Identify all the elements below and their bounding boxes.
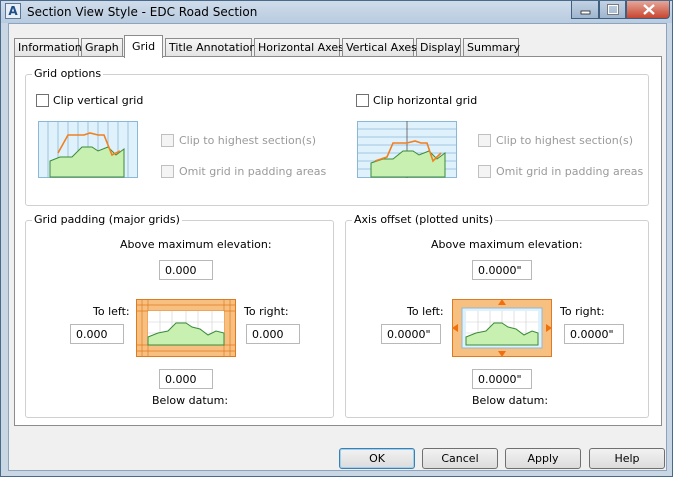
tab-vertical-axes[interactable]: Vertical Axes [342,38,417,57]
tab-summary[interactable]: Summary [463,38,520,57]
cancel-button[interactable]: Cancel [422,448,498,469]
maximize-button[interactable] [599,1,626,19]
padding-above-label: Above maximum elevation: [120,238,272,251]
left-omit-padding-label: Omit grid in padding areas [179,165,327,178]
grid-options-label: Grid options [32,67,104,80]
padding-above-input[interactable] [159,260,213,280]
tab-title-annotation[interactable]: Title Annotation [165,38,256,57]
right-omit-padding-checkbox[interactable] [478,165,491,178]
right-clip-highest-checkbox[interactable] [478,134,491,147]
right-clip-highest-label: Clip to highest section(s) [496,134,634,147]
dialog-window: A Section View Style - EDC Road Section … [0,0,673,477]
grid-tab-panel: Grid options Clip vertical grid Clip to … [14,56,662,426]
padding-right-label: To right: [244,305,289,318]
padding-right-input[interactable] [246,324,300,344]
axis-offset-preview-image [452,299,552,357]
tab-display[interactable]: Display [416,38,461,57]
grid-padding-group: Grid padding (major grids) Above maximum… [25,213,334,418]
offset-left-label: To left: [407,305,444,318]
padding-below-label: Below datum: [152,394,229,407]
padding-left-label: To left: [93,305,130,318]
ok-button[interactable]: OK [339,448,415,469]
left-clip-highest-label: Clip to highest section(s) [179,134,317,147]
grid-padding-label: Grid padding (major grids) [32,213,182,226]
minimize-icon [580,10,591,15]
axis-offset-label: Axis offset (plotted units) [352,213,496,226]
dialog-client: Information Graph Grid Title Annotation … [8,23,667,471]
help-button[interactable]: Help [589,448,665,469]
tab-grid[interactable]: Grid [124,35,163,58]
right-omit-padding-label: Omit grid in padding areas [496,165,644,178]
clip-vertical-grid-checkbox[interactable] [36,94,49,107]
close-icon [643,4,655,15]
close-button[interactable] [626,1,670,19]
window-title: Section View Style - EDC Road Section [27,5,258,19]
axis-offset-group: Axis offset (plotted units) Above maximu… [345,213,649,418]
apply-button[interactable]: Apply [505,448,581,469]
clip-horizontal-grid-checkbox[interactable] [356,94,369,107]
app-icon: A [5,3,21,19]
offset-above-label: Above maximum elevation: [431,238,583,251]
offset-above-input[interactable] [472,260,532,280]
vertical-grid-preview-image [38,121,138,178]
tab-graph[interactable]: Graph [81,38,123,57]
grid-options-group: Grid options Clip vertical grid Clip to … [25,67,649,206]
maximize-icon [607,4,619,15]
offset-right-input[interactable] [564,324,624,344]
offset-left-input[interactable] [381,324,441,344]
title-bar[interactable]: A Section View Style - EDC Road Section [1,1,672,23]
padding-left-input[interactable] [70,324,124,344]
horizontal-grid-preview-image [357,121,457,178]
grid-padding-preview-image [136,299,236,357]
clip-vertical-grid-label: Clip vertical grid [53,94,144,107]
offset-below-input[interactable] [472,369,532,389]
left-omit-padding-checkbox[interactable] [161,165,174,178]
padding-below-input[interactable] [159,369,213,389]
tab-horizontal-axes[interactable]: Horizontal Axes [254,38,344,57]
minimize-button[interactable] [571,1,599,19]
offset-below-label: Below datum: [472,394,549,407]
left-clip-highest-checkbox[interactable] [161,134,174,147]
clip-horizontal-grid-label: Clip horizontal grid [373,94,478,107]
offset-right-label: To right: [560,305,605,318]
tab-information[interactable]: Information [14,38,82,57]
